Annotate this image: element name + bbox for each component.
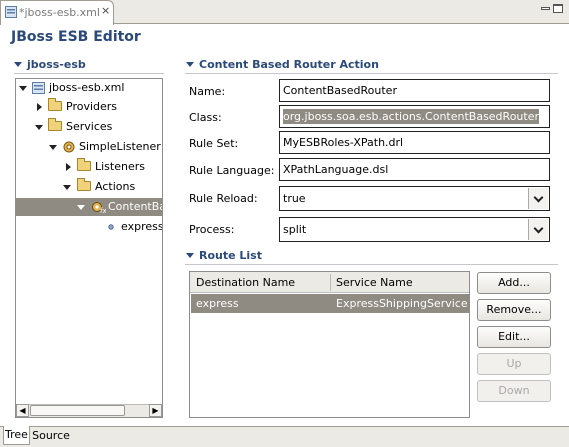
editor-tab-label: *jboss-esb.xml <box>19 6 100 19</box>
scrollbar-thumb[interactable] <box>30 405 125 416</box>
column-header-service[interactable]: Service Name <box>336 276 413 289</box>
page-title: JBoss ESB Editor <box>11 29 141 45</box>
class-value: org.jboss.soa.esb.actions.ContentBasedRo… <box>283 109 539 124</box>
tree-node-root[interactable]: jboss-esb.xml <box>16 79 162 97</box>
tree-node-label: express <box>121 220 163 233</box>
dropdown-button[interactable] <box>528 219 548 240</box>
rule-language-label: Rule Language: <box>189 164 275 177</box>
process-value: split <box>283 223 307 236</box>
move-up-button[interactable]: Up <box>477 353 551 375</box>
tree-node-simple-listener[interactable]: SimpleListener <box>16 138 162 156</box>
chevron-right-icon[interactable] <box>37 103 42 111</box>
column-header-destination[interactable]: Destination Name <box>196 276 295 289</box>
folder-icon <box>48 98 62 111</box>
tree-node-listeners[interactable]: Listeners <box>16 158 162 176</box>
collapse-icon <box>186 62 194 67</box>
edit-button[interactable]: Edit... <box>477 326 551 348</box>
dropdown-button[interactable] <box>528 188 548 209</box>
chevron-down-icon <box>533 192 544 203</box>
name-field[interactable]: ContentBasedRouter <box>279 79 550 102</box>
action-section-header[interactable]: Content Based Router Action <box>186 58 379 71</box>
add-button[interactable]: Add... <box>477 272 551 294</box>
tree-node-label: SimpleListener <box>79 140 161 153</box>
editor-tab[interactable]: *jboss-esb.xml × <box>0 0 114 25</box>
folder-open-icon <box>77 178 91 191</box>
rule-language-field[interactable]: XPathLanguage.dsl <box>279 158 550 181</box>
tree-node-label: Services <box>66 120 113 133</box>
esb-file-icon <box>5 6 17 18</box>
minimize-icon[interactable] <box>541 7 550 10</box>
class-field[interactable]: org.jboss.soa.esb.actions.ContentBasedRo… <box>279 105 550 128</box>
chevron-down-icon[interactable] <box>35 125 43 130</box>
tree-node-actions[interactable]: Actions <box>16 178 162 196</box>
chevron-down-icon[interactable] <box>63 185 71 190</box>
tree-node-label: Providers <box>66 100 118 113</box>
collapse-icon <box>14 62 22 67</box>
class-label: Class: <box>189 111 222 124</box>
scroll-left-icon[interactable]: ◀ <box>16 404 29 417</box>
move-down-button[interactable]: Down <box>477 380 551 402</box>
chevron-down-icon[interactable] <box>19 86 27 91</box>
action-section-title: Content Based Router Action <box>199 58 379 71</box>
tab-source[interactable]: Source <box>31 428 71 445</box>
tree-node-label: ContentBa <box>108 200 163 213</box>
tree-node-express[interactable]: express <box>16 218 163 236</box>
esb-file-icon <box>32 82 45 94</box>
tree-node-providers[interactable]: Providers <box>16 98 162 116</box>
folder-icon <box>77 158 91 171</box>
name-label: Name: <box>189 85 226 98</box>
svg-text:fx: fx <box>100 207 106 214</box>
remove-button[interactable]: Remove... <box>477 299 551 321</box>
chevron-down-icon <box>533 223 544 234</box>
divider <box>185 264 558 265</box>
rule-reload-select[interactable]: true <box>279 186 550 211</box>
folder-open-icon <box>48 118 62 131</box>
cell-destination: express <box>196 297 239 310</box>
ruleset-label: Rule Set: <box>189 137 239 150</box>
maximize-icon[interactable] <box>553 4 563 13</box>
process-label: Process: <box>189 223 235 236</box>
divider <box>14 73 164 74</box>
chevron-down-icon[interactable] <box>77 205 85 210</box>
column-divider[interactable] <box>330 274 331 291</box>
tree-node-label: Listeners <box>95 160 145 173</box>
chevron-down-icon[interactable] <box>49 145 57 150</box>
ruleset-field[interactable]: MyESBRoles-XPath.drl <box>279 131 550 154</box>
chevron-right-icon[interactable] <box>66 163 71 171</box>
scroll-right-icon[interactable]: ▶ <box>149 404 162 417</box>
divider <box>185 73 558 74</box>
property-dot-icon <box>108 224 114 230</box>
tree-section-header[interactable]: jboss-esb <box>14 58 86 71</box>
bottom-tab-bar <box>0 426 569 447</box>
action-gear-icon: fx <box>92 202 106 214</box>
collapse-icon <box>186 253 194 258</box>
rule-reload-label: Rule Reload: <box>189 192 258 205</box>
tree-node-label: jboss-esb.xml <box>49 81 125 94</box>
outline-tree[interactable]: jboss-esb.xml Providers Services SimpleL… <box>15 78 163 418</box>
tree-node-label: Actions <box>95 180 136 193</box>
tree-node-content-based-router[interactable]: fx ContentBa <box>16 198 163 216</box>
tab-tree[interactable]: Tree <box>3 426 30 445</box>
process-select[interactable]: split <box>279 217 550 242</box>
tree-node-services[interactable]: Services <box>16 118 162 136</box>
cell-service: ExpressShippingService <box>336 297 468 310</box>
service-gear-icon <box>63 141 75 153</box>
route-section-title: Route List <box>199 249 262 262</box>
rule-reload-value: true <box>283 192 306 205</box>
close-icon[interactable]: × <box>101 4 110 17</box>
tree-section-title: jboss-esb <box>27 58 86 71</box>
route-section-header[interactable]: Route List <box>186 249 262 262</box>
